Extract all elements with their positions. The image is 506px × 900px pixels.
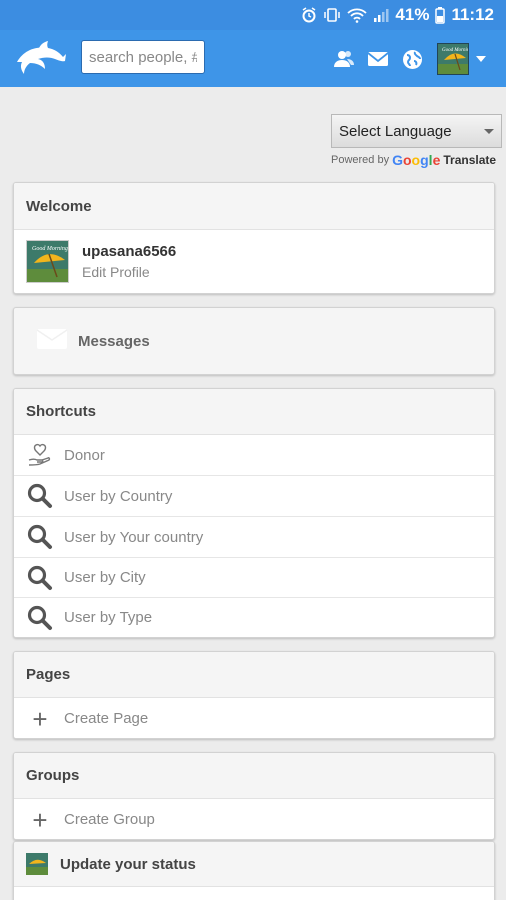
shortcut-label: Donor <box>64 446 105 464</box>
update-status-title: Update your status <box>60 855 196 873</box>
create-page-link[interactable]: + Create Page <box>14 698 494 738</box>
shortcuts-card: Shortcuts Donor User by Country User by … <box>13 388 495 638</box>
groups-card: Groups + Create Group <box>13 752 495 840</box>
signal-icon <box>373 7 389 23</box>
app-header: Good Morning <box>0 30 506 87</box>
profile-row[interactable]: Good Morning upasana6566 Edit Profile <box>14 230 494 293</box>
shortcut-user-by-type[interactable]: User by Type <box>14 597 494 637</box>
clock: 11:12 <box>451 5 494 24</box>
dolphin-logo[interactable] <box>14 40 68 76</box>
shortcut-label: User by Type <box>64 609 153 626</box>
edit-profile-link[interactable]: Edit Profile <box>82 264 176 280</box>
shortcut-donor[interactable]: Donor <box>14 435 494 475</box>
plus-icon: + <box>32 804 48 835</box>
wifi-icon <box>347 7 368 23</box>
google-logo: Google <box>392 152 441 168</box>
svg-text:Good Morning: Good Morning <box>32 246 68 252</box>
vibrate-icon <box>323 7 341 23</box>
search-icon <box>26 564 54 592</box>
username[interactable]: upasana6566 <box>82 243 176 260</box>
pages-card: Pages + Create Page <box>13 651 495 739</box>
shortcuts-title: Shortcuts <box>14 389 494 435</box>
battery-icon <box>435 6 446 24</box>
messages-label: Messages <box>78 332 150 350</box>
powered-by-text: Powered by <box>331 154 390 166</box>
friends-icon[interactable] <box>333 48 355 70</box>
update-status-card[interactable]: Update your status <box>13 841 495 900</box>
chevron-down-icon <box>484 128 494 134</box>
language-select[interactable]: Select Language <box>331 114 502 148</box>
shortcut-label: User by Country <box>64 487 173 505</box>
search-icon <box>26 604 54 632</box>
create-group-link[interactable]: + Create Group <box>14 799 494 839</box>
pages-title: Pages <box>14 652 494 698</box>
search-icon <box>26 482 54 510</box>
update-status-header[interactable]: Update your status <box>14 842 494 887</box>
language-select-label: Select Language <box>339 122 452 140</box>
welcome-title: Welcome <box>14 183 494 230</box>
battery-percent: 41% <box>395 5 430 24</box>
search-input[interactable] <box>81 40 205 74</box>
shortcut-label: User by Your country <box>64 528 204 546</box>
envelope-icon[interactable] <box>367 50 389 72</box>
user-avatar[interactable]: Good Morning <box>437 43 469 75</box>
donor-hand-icon <box>26 441 54 469</box>
shortcut-user-by-country[interactable]: User by Country <box>14 475 494 516</box>
svg-text:Good Morning: Good Morning <box>442 48 469 53</box>
status-bar: 41% 11:12 <box>0 0 506 30</box>
alarm-icon <box>301 7 317 23</box>
groups-title: Groups <box>14 753 494 799</box>
search-icon <box>26 523 54 551</box>
messages-card[interactable]: Messages <box>13 307 495 375</box>
globe-icon[interactable] <box>402 49 424 71</box>
status-avatar <box>26 853 48 875</box>
welcome-card: Welcome Good Morning upasana6566 Edit Pr… <box>13 182 495 294</box>
shortcut-label: User by City <box>64 569 146 586</box>
translate-link[interactable]: Translate <box>443 153 496 167</box>
shortcut-user-by-city[interactable]: User by City <box>14 557 494 597</box>
chevron-down-icon[interactable] <box>476 56 486 62</box>
create-page-label: Create Page <box>64 710 149 727</box>
plus-icon: + <box>32 703 48 734</box>
envelope-icon <box>36 328 68 355</box>
profile-avatar[interactable]: Good Morning <box>26 240 69 283</box>
shortcut-user-by-your-country[interactable]: User by Your country <box>14 516 494 557</box>
powered-by-google-translate: Powered by Google Translate <box>331 152 496 168</box>
create-group-label: Create Group <box>64 811 155 828</box>
